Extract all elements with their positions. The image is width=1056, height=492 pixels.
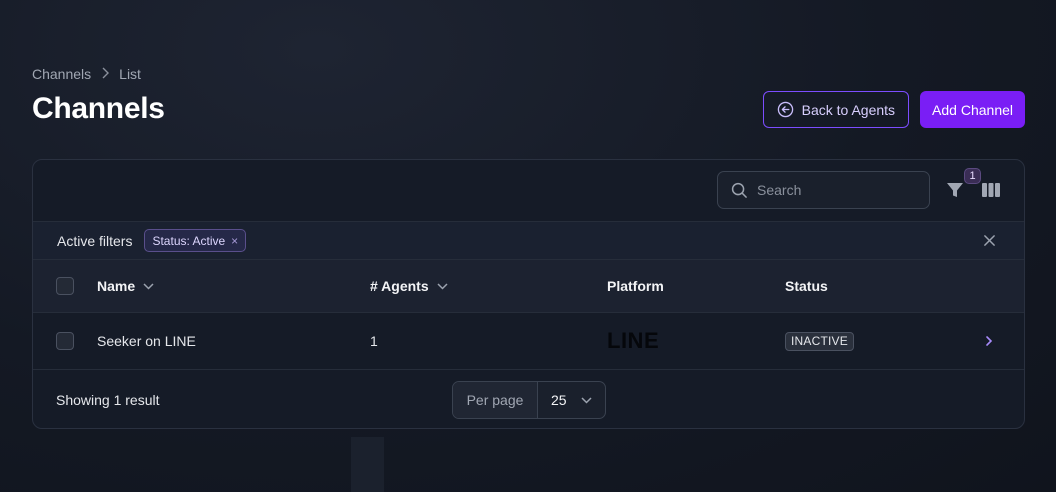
row-checkbox[interactable] [56, 332, 74, 350]
column-header-agents[interactable]: # Agents [370, 278, 448, 294]
per-page-label: Per page [453, 382, 538, 418]
breadcrumb-channels-link[interactable]: Channels [32, 66, 91, 82]
chevron-right-icon [101, 66, 110, 82]
per-page-value[interactable]: 25 [538, 382, 605, 418]
line-logo: LINE [607, 328, 660, 353]
table-toolbar: 1 [33, 160, 1024, 221]
filter-chip-status: Status: Active × [144, 229, 247, 252]
filter-chip-label: Status: Active [152, 233, 226, 248]
add-channel-button[interactable]: Add Channel [920, 91, 1025, 128]
select-all-checkbox[interactable] [56, 277, 74, 295]
active-filters-label: Active filters [57, 232, 133, 249]
column-name-label: Name [97, 278, 136, 294]
table-row[interactable]: Seeker on LINE 1 LINE INACTIVE [33, 312, 1024, 369]
remove-filter-icon[interactable]: × [231, 234, 238, 248]
column-header-name[interactable]: Name [97, 278, 154, 294]
table-footer: Showing 1 result Per page 25 [33, 369, 1024, 428]
search-box [717, 171, 930, 209]
per-page-number: 25 [551, 392, 567, 408]
breadcrumb: Channels List [32, 66, 141, 82]
clear-filters-icon[interactable] [983, 234, 996, 247]
header-actions: Back to Agents Add Channel [762, 91, 1025, 128]
filter-icon[interactable] [945, 180, 965, 200]
breadcrumb-list: List [119, 66, 141, 82]
column-header-platform: Platform [607, 278, 664, 294]
chevron-down-icon [437, 282, 448, 290]
per-page-select[interactable]: Per page 25 [452, 381, 606, 419]
channels-table-card: 1 Active filters Status: Active × Name #… [32, 159, 1025, 429]
columns-icon[interactable] [981, 182, 1001, 198]
search-icon [731, 182, 747, 198]
cell-name: Seeker on LINE [97, 333, 196, 349]
column-agents-label: # Agents [370, 278, 429, 294]
column-header-status: Status [785, 278, 828, 294]
page-title: Channels [32, 92, 165, 125]
chevron-down-icon [581, 396, 592, 404]
active-filters-bar: Active filters Status: Active × [33, 221, 1024, 259]
filter-count-badge: 1 [964, 168, 981, 184]
results-count: Showing 1 result [56, 392, 160, 408]
back-to-agents-label: Back to Agents [801, 101, 896, 118]
search-input[interactable] [757, 182, 907, 198]
chevron-right-icon[interactable] [983, 335, 995, 347]
chevron-down-icon [143, 282, 154, 290]
arrow-left-circle-icon [777, 101, 793, 118]
cell-agents: 1 [370, 333, 378, 349]
background-block [351, 437, 384, 492]
table-header: Name # Agents Platform Status [33, 259, 1024, 312]
status-badge: INACTIVE [785, 331, 854, 351]
back-to-agents-button[interactable]: Back to Agents [762, 91, 910, 128]
